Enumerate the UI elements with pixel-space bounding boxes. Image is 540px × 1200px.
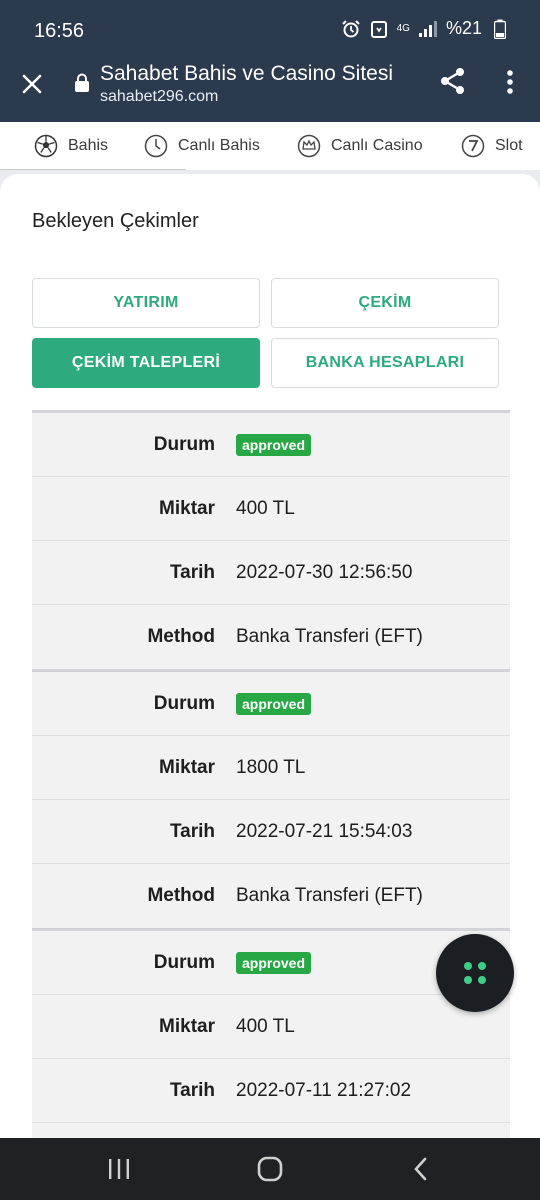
home-button[interactable] bbox=[255, 1154, 285, 1184]
withdrawal-record: Durum approved Miktar 400 TL Tarih 2022-… bbox=[32, 410, 510, 669]
row-label: Tarih bbox=[169, 1079, 215, 1101]
record-row-date: Tarih 2022-07-30 12:56:50 bbox=[32, 541, 510, 605]
network-type: 4G bbox=[396, 22, 410, 34]
row-value: Banka Transferi (EFT) bbox=[236, 885, 423, 906]
record-row-method: Method Banka Transferi (EFT) bbox=[32, 864, 510, 928]
overflow-menu-button[interactable] bbox=[496, 66, 524, 98]
nav-item-canli-bahis[interactable]: Canlı Bahis bbox=[144, 122, 260, 170]
row-label: Durum bbox=[153, 433, 215, 455]
row-value: Banka Transferi (EFT) bbox=[236, 626, 423, 647]
crown-icon bbox=[297, 134, 321, 158]
back-button[interactable] bbox=[406, 1154, 436, 1184]
withdrawal-records: Durum approved Miktar 400 TL Tarih 2022-… bbox=[32, 410, 510, 1138]
alarm-icon bbox=[341, 19, 361, 39]
row-value: 2022-07-11 21:27:02 bbox=[236, 1079, 412, 1101]
nav-item-slot[interactable]: Slot bbox=[461, 122, 523, 170]
tab-bank-accounts[interactable]: BANKA HESAPLARI bbox=[271, 338, 499, 388]
row-value: approved bbox=[236, 692, 312, 715]
row-value: 2022-07-21 15:54:03 bbox=[236, 820, 413, 842]
row-label: Method bbox=[147, 885, 215, 906]
recent-apps-icon bbox=[109, 1159, 129, 1179]
record-row-amount: Miktar 400 TL bbox=[32, 995, 510, 1059]
status-icons: 4G %21 bbox=[341, 18, 510, 39]
row-value: approved bbox=[236, 951, 312, 974]
row-label: Miktar bbox=[159, 756, 215, 778]
system-navigation-bar bbox=[0, 1138, 540, 1200]
page-title-in-toolbar[interactable]: Sahabet Bahis ve Casino Sitesi bbox=[100, 62, 415, 86]
row-label: Tarih bbox=[169, 820, 215, 842]
floating-menu-button[interactable] bbox=[436, 934, 514, 1012]
record-row-date: Tarih 2022-07-21 15:54:03 bbox=[32, 800, 510, 864]
row-label: Durum bbox=[153, 692, 215, 714]
recent-apps-button[interactable] bbox=[104, 1154, 134, 1184]
row-label: Miktar bbox=[159, 497, 215, 519]
site-category-nav: Bahis Canlı Bahis Canlı Casino Slot bbox=[0, 122, 540, 174]
nav-item-bahis[interactable]: Bahis bbox=[34, 122, 108, 170]
seven-icon bbox=[461, 134, 485, 158]
nav-item-label: Bahis bbox=[68, 137, 109, 154]
withdrawal-record: Durum approved Miktar 1800 TL Tarih 2022… bbox=[32, 669, 510, 928]
tab-withdraw[interactable]: ÇEKİM bbox=[271, 278, 499, 328]
grid-dots-icon bbox=[464, 962, 486, 984]
record-row-method: Method Banka Transferi (EFT) bbox=[32, 605, 510, 669]
record-row-status: Durum approved bbox=[32, 672, 510, 736]
close-tab-button[interactable] bbox=[16, 68, 48, 100]
row-value: 1800 TL bbox=[236, 756, 306, 778]
tab-withdraw-requests[interactable]: ÇEKİM TALEPLERİ bbox=[32, 338, 260, 388]
record-row-amount: Miktar 400 TL bbox=[32, 477, 510, 541]
tab-deposit[interactable]: YATIRIM bbox=[32, 278, 260, 328]
battery-icon bbox=[490, 19, 510, 39]
browser-toolbar: Sahabet Bahis ve Casino Sitesi sahabet29… bbox=[0, 50, 540, 122]
row-label: Method bbox=[147, 626, 215, 647]
home-icon bbox=[257, 1156, 283, 1182]
row-label: Durum bbox=[153, 951, 215, 973]
row-value: approved bbox=[236, 433, 312, 456]
record-row-status: Durum approved bbox=[32, 413, 510, 477]
status-time: 16:56 bbox=[34, 20, 85, 42]
signal-icon bbox=[418, 19, 438, 39]
lock-icon bbox=[75, 73, 89, 92]
status-badge: approved bbox=[236, 433, 312, 456]
row-value: 400 TL bbox=[236, 1015, 295, 1037]
more-vertical-icon bbox=[507, 70, 513, 94]
record-row-date: Tarih 2022-07-11 21:27:02 bbox=[32, 1059, 510, 1123]
nav-item-label: Slot bbox=[495, 137, 523, 154]
row-label: Tarih bbox=[169, 561, 215, 583]
soccer-ball-icon bbox=[34, 134, 58, 158]
url-host[interactable]: sahabet296.com bbox=[100, 88, 218, 106]
clock-icon bbox=[144, 134, 168, 158]
battery-percent: %21 bbox=[445, 18, 482, 38]
nav-item-label: Canlı Casino bbox=[331, 137, 423, 154]
nav-item-label: Canlı Bahis bbox=[178, 137, 260, 154]
battery-saver-icon bbox=[369, 19, 389, 39]
close-icon bbox=[22, 74, 42, 94]
status-badge: approved bbox=[236, 692, 312, 715]
row-label: Miktar bbox=[159, 1015, 215, 1037]
status-badge: approved bbox=[236, 951, 312, 974]
panel-title: Bekleyen Çekimler bbox=[32, 210, 199, 232]
record-row-partial bbox=[32, 1123, 510, 1138]
back-icon bbox=[414, 1157, 427, 1181]
share-button[interactable] bbox=[438, 66, 470, 98]
share-icon bbox=[441, 68, 464, 94]
row-value: 2022-07-30 12:56:50 bbox=[236, 561, 413, 583]
row-value: 400 TL bbox=[236, 497, 295, 519]
nav-item-canli-casino[interactable]: Canlı Casino bbox=[297, 122, 423, 170]
record-row-amount: Miktar 1800 TL bbox=[32, 736, 510, 800]
